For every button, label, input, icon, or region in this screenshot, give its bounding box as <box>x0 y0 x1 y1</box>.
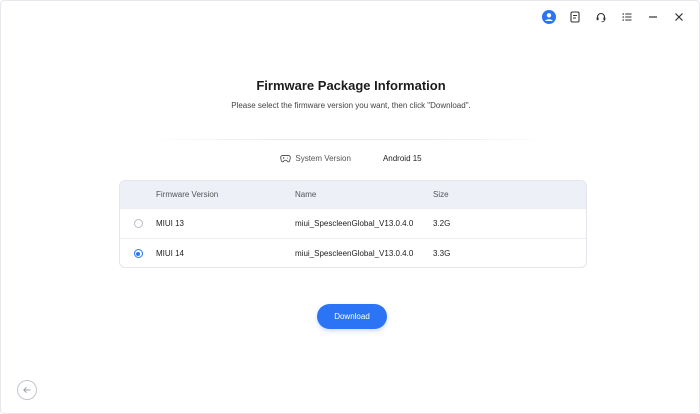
title-bar <box>535 7 691 27</box>
firmware-version-cell: MIUI 13 <box>156 219 185 228</box>
gamepad-icon <box>280 154 292 163</box>
support-headset-icon[interactable] <box>589 7 613 27</box>
section-divider <box>151 139 551 140</box>
radio-cell[interactable] <box>120 249 156 258</box>
firmware-name-cell: miui_SpescleenGlobal_V13.0.4.0 <box>295 219 414 228</box>
system-version-label: System Version <box>295 153 351 163</box>
feedback-icon[interactable] <box>563 7 587 27</box>
page-subtitle: Please select the firmware version you w… <box>231 101 471 110</box>
page-title: Firmware Package Information <box>256 78 446 93</box>
menu-icon[interactable] <box>615 7 639 27</box>
firmware-radio-miui14[interactable] <box>133 249 143 258</box>
header-size: Size <box>433 190 449 199</box>
system-version-row: System Version Android 15 <box>1 151 700 165</box>
close-icon[interactable] <box>667 7 691 27</box>
system-version-value: Android 15 <box>382 153 422 163</box>
firmware-name-cell: miui_SpescleenGlobal_V13.0.4.0 <box>295 249 414 258</box>
user-account-icon[interactable] <box>537 7 561 27</box>
header-name: Name <box>295 190 317 199</box>
minimize-icon[interactable] <box>641 7 665 27</box>
firmware-radio-miui13[interactable] <box>133 219 143 228</box>
download-button[interactable]: Download <box>317 304 387 329</box>
firmware-table: Firmware Version Name Size MIUI 13 miui_… <box>119 180 587 268</box>
header-firmware-version: Firmware Version <box>156 190 219 199</box>
app-window: Firmware Package Information Please sele… <box>0 0 700 414</box>
firmware-version-cell: MIUI 14 <box>156 249 185 258</box>
table-row[interactable]: MIUI 13 miui_SpescleenGlobal_V13.0.4.0 3… <box>120 208 586 238</box>
back-button[interactable] <box>17 380 37 400</box>
firmware-size-cell: 3.3G <box>433 249 451 258</box>
table-row[interactable]: MIUI 14 miui_SpescleenGlobal_V13.0.4.0 3… <box>120 238 586 267</box>
arrow-left-icon <box>22 385 32 395</box>
firmware-size-cell: 3.2G <box>433 219 451 228</box>
radio-cell[interactable] <box>120 219 156 228</box>
table-header: Firmware Version Name Size <box>120 181 586 208</box>
